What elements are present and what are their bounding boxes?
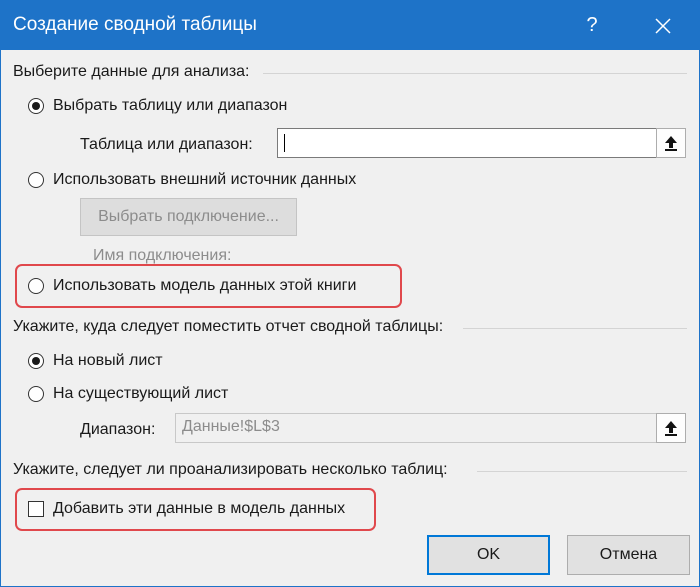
multiple-tables-heading: Укажите, следует ли проанализировать нес… bbox=[13, 461, 448, 478]
arrow-up-icon bbox=[665, 136, 677, 151]
table-range-label: Таблица или диапазон: bbox=[80, 136, 253, 153]
option-existing-sheet-label[interactable]: На существующий лист bbox=[53, 385, 228, 403]
radio-external-source[interactable] bbox=[28, 172, 44, 188]
ok-button[interactable]: OK bbox=[427, 535, 550, 575]
range-input[interactable]: Данные!$L$3 bbox=[175, 413, 657, 443]
table-range-collapse-button[interactable] bbox=[656, 128, 686, 158]
close-icon bbox=[655, 17, 671, 34]
section-divider bbox=[477, 471, 687, 472]
section-divider bbox=[463, 328, 687, 329]
choose-connection-button[interactable]: Выбрать подключение... bbox=[80, 198, 297, 236]
option-new-sheet-label[interactable]: На новый лист bbox=[53, 352, 163, 370]
table-range-input[interactable] bbox=[277, 128, 657, 158]
range-label: Диапазон: bbox=[80, 421, 156, 438]
option-data-model-label[interactable]: Использовать модель данных этой книги bbox=[53, 277, 356, 295]
radio-table-range[interactable] bbox=[28, 98, 44, 114]
help-button[interactable]: ? bbox=[569, 1, 615, 50]
radio-existing-sheet[interactable] bbox=[28, 386, 44, 402]
close-button[interactable] bbox=[640, 1, 686, 50]
dialog-title: Создание сводной таблицы bbox=[13, 14, 257, 35]
data-source-heading: Выберите данные для анализа: bbox=[13, 63, 250, 80]
create-pivot-table-dialog: Создание сводной таблицы ? Выберите данн… bbox=[0, 0, 700, 587]
cancel-button[interactable]: Отмена bbox=[567, 535, 690, 575]
radio-data-model[interactable] bbox=[28, 278, 44, 294]
text-caret bbox=[284, 134, 285, 152]
radio-new-sheet[interactable] bbox=[28, 353, 44, 369]
option-table-range-label[interactable]: Выбрать таблицу или диапазон bbox=[53, 97, 287, 115]
placement-heading: Укажите, куда следует поместить отчет св… bbox=[13, 318, 444, 335]
title-bar: Создание сводной таблицы ? bbox=[1, 1, 699, 50]
add-to-data-model-label[interactable]: Добавить эти данные в модель данных bbox=[53, 500, 345, 518]
option-external-source-label[interactable]: Использовать внешний источник данных bbox=[53, 171, 356, 189]
add-to-data-model-checkbox[interactable] bbox=[28, 501, 44, 517]
connection-name-label: Имя подключения: bbox=[93, 247, 232, 264]
arrow-up-icon bbox=[665, 421, 677, 436]
range-collapse-button[interactable] bbox=[656, 413, 686, 443]
section-divider bbox=[263, 73, 687, 74]
